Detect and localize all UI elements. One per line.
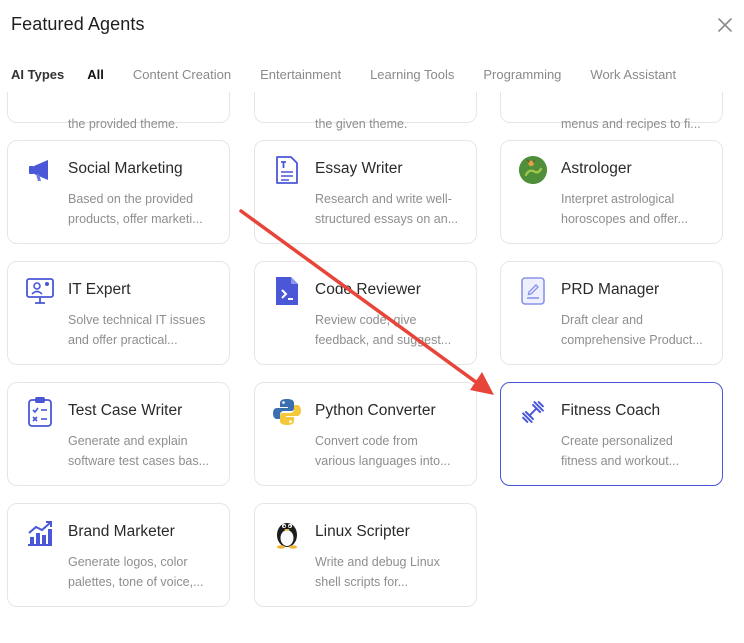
agent-desc: Generate and explain [68, 434, 188, 448]
prd-document-icon [518, 276, 548, 306]
agent-card-astrologer[interactable]: Astrologer Interpret astrological horosco… [500, 140, 723, 244]
agent-desc: palettes, tone of voice,... [68, 575, 204, 589]
agent-name: Python Converter [315, 402, 436, 419]
code-file-icon [272, 276, 302, 306]
filter-content-creation[interactable]: Content Creation [133, 67, 231, 82]
agent-desc: Based on the provided [68, 192, 194, 206]
agent-name: PRD Manager [561, 281, 660, 298]
agent-desc: the provided theme. [68, 117, 179, 131]
agent-name: Fitness Coach [561, 402, 661, 419]
agent-desc: Write and debug Linux [315, 555, 440, 569]
agent-name: IT Expert [68, 281, 131, 298]
clipboard-check-icon [25, 397, 55, 427]
agent-desc: Create personalized [561, 434, 673, 448]
agent-desc: software test cases bas... [68, 454, 210, 468]
agent-desc: feedback, and suggest... [315, 333, 452, 347]
chart-growth-icon [25, 518, 55, 548]
agent-name: Astrologer [561, 160, 632, 177]
agent-desc: Research and write well- [315, 192, 452, 206]
agent-desc: fitness and workout... [561, 454, 680, 468]
agent-desc: Solve technical IT issues [68, 313, 206, 327]
agent-desc: Draft clear and [561, 313, 643, 327]
ai-type-filter-bar: AI Types All Content Creation Entertainm… [11, 67, 705, 82]
agent-desc: Interpret astrological [561, 192, 675, 206]
tux-penguin-icon [272, 518, 302, 549]
agent-card-partial[interactable]: the given theme. [254, 92, 477, 131]
agent-card-social-marketing[interactable]: Social Marketing Based on the provided pr… [7, 140, 230, 244]
agent-desc: horoscopes and offer... [561, 212, 688, 226]
agent-name: Linux Scripter [315, 523, 410, 540]
agent-desc: Generate logos, color [68, 555, 188, 569]
agent-desc: Convert code from [315, 434, 418, 448]
python-icon [272, 397, 302, 427]
agent-name: Essay Writer [315, 160, 403, 177]
agent-desc: comprehensive Product... [561, 333, 703, 347]
agent-card-brand-marketer[interactable]: Brand Marketer Generate logos, color pale… [7, 503, 230, 607]
agent-card-it-expert[interactable]: IT Expert Solve technical IT issues and o… [7, 261, 230, 365]
filter-work-assistant[interactable]: Work Assistant [590, 67, 676, 82]
agent-card-test-case-writer[interactable]: Test Case Writer Generate and explain sof… [7, 382, 230, 486]
agent-grid[interactable]: the provided theme. the given theme. men… [0, 92, 744, 643]
filter-learning-tools[interactable]: Learning Tools [370, 67, 454, 82]
agent-desc: and offer practical... [68, 333, 178, 347]
agent-card-partial[interactable]: the provided theme. [7, 92, 230, 131]
agent-card-essay-writer[interactable]: Essay Writer Research and write well-str… [254, 140, 477, 244]
agent-name: Test Case Writer [68, 402, 183, 419]
filter-all[interactable]: All [87, 67, 104, 82]
agent-desc: structured essays on an... [315, 212, 459, 226]
agent-desc: various languages into... [315, 454, 451, 468]
dumbbell-icon [518, 397, 548, 427]
agent-name: Brand Marketer [68, 523, 175, 540]
agent-card-linux-scripter[interactable]: Linux Scripter Write and debug Linux shel… [254, 503, 477, 607]
filter-programming[interactable]: Programming [483, 67, 561, 82]
computer-support-icon [25, 276, 55, 306]
agent-card-python-converter[interactable]: Python Converter Convert code from variou… [254, 382, 477, 486]
agent-desc: shell scripts for... [315, 575, 409, 589]
astrology-icon [518, 155, 548, 185]
agent-card-code-reviewer[interactable]: Code Reviewer Review code, give feedback,… [254, 261, 477, 365]
agent-name: Code Reviewer [315, 281, 421, 298]
agent-desc: products, offer marketi... [68, 212, 203, 226]
filter-entertainment[interactable]: Entertainment [260, 67, 341, 82]
agent-card-fitness-coach[interactable]: Fitness Coach Create personalized fitness… [500, 382, 723, 486]
dialog-title: Featured Agents [11, 14, 145, 34]
close-icon[interactable] [716, 16, 734, 34]
agent-card-partial[interactable]: menus and recipes to fi... [500, 92, 723, 131]
agent-desc: Review code, give [315, 313, 417, 327]
ai-types-label: AI Types [11, 67, 65, 82]
agent-desc: the given theme. [315, 117, 408, 131]
document-icon [272, 155, 302, 185]
agent-name: Social Marketing [68, 160, 183, 177]
megaphone-icon [25, 155, 55, 185]
agent-desc: menus and recipes to fi... [561, 117, 701, 131]
agent-card-prd-manager[interactable]: PRD Manager Draft clear and comprehensive… [500, 261, 723, 365]
